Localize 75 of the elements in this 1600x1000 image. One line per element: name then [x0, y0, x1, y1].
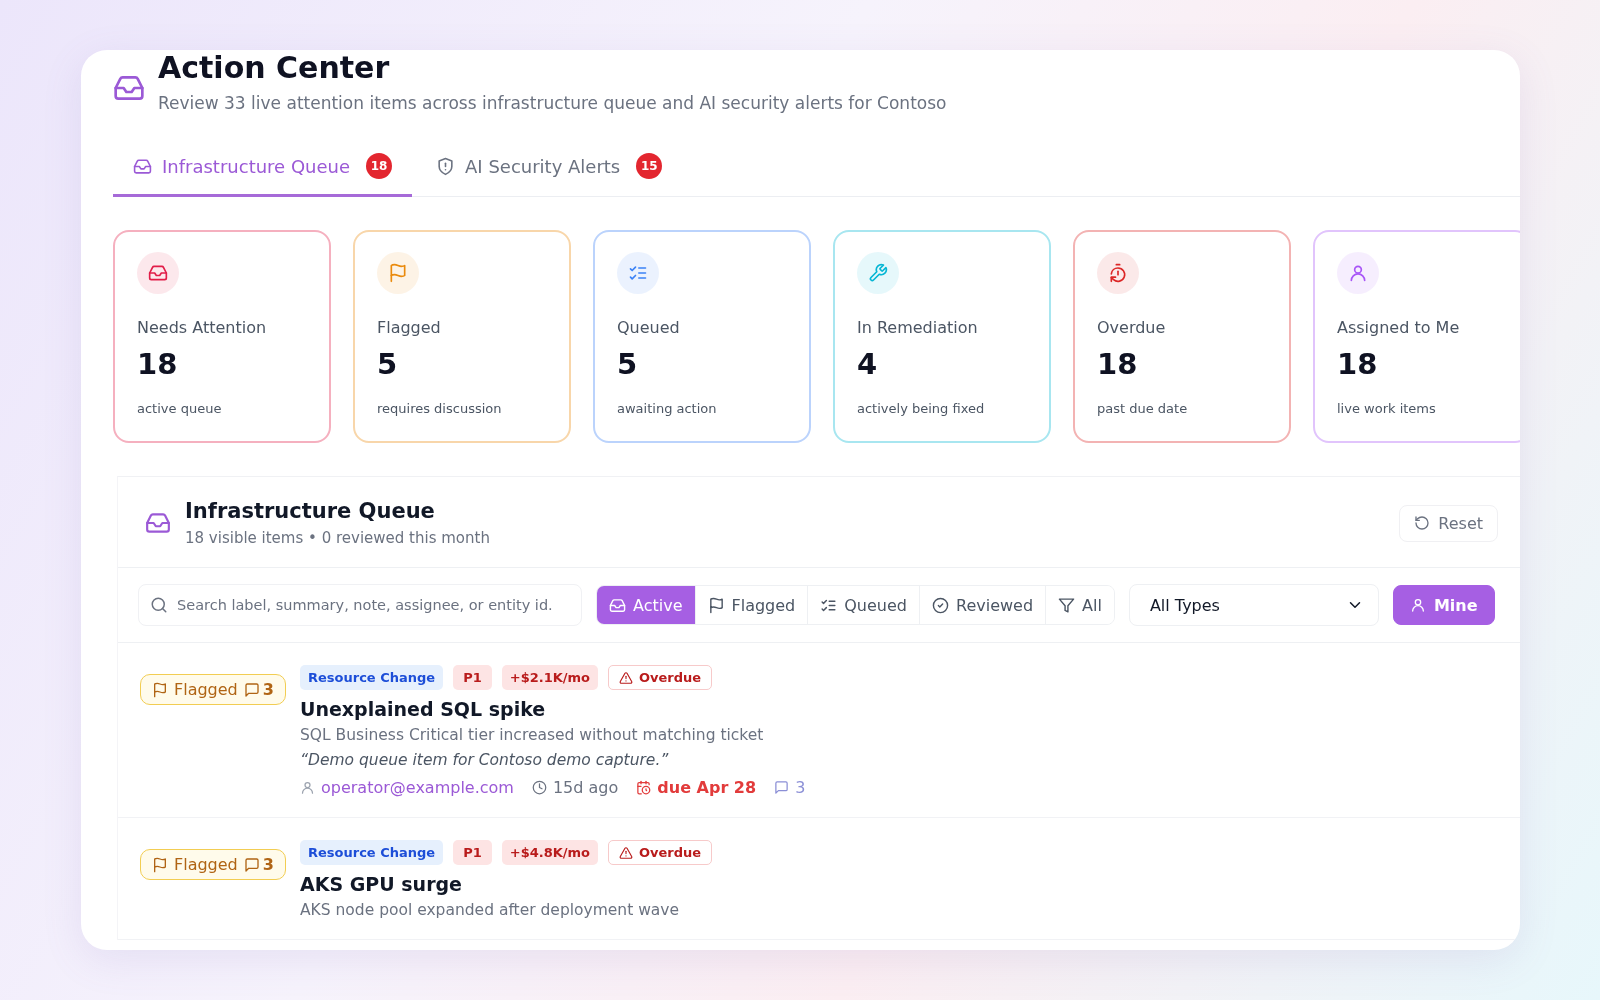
inbox-icon: [133, 156, 152, 176]
item-note: “Demo queue item for Contoso demo capture.”: [300, 751, 670, 769]
user-icon: [1409, 597, 1426, 613]
stat-label: Queued: [617, 318, 681, 337]
tag: P1: [453, 665, 492, 690]
comment-icon: [774, 780, 790, 795]
stat-note: awaiting action: [617, 401, 718, 416]
stat-value: 5: [617, 347, 639, 381]
due-date: due Apr 28: [657, 778, 757, 797]
item-age: 15d ago: [552, 778, 619, 797]
stat-note: requires discussion: [377, 401, 503, 416]
inbox-icon: [148, 263, 168, 283]
stat-note: active queue: [137, 401, 223, 416]
flag-icon: [707, 596, 725, 614]
checklist-icon: [628, 263, 648, 283]
stat-value: 18: [137, 347, 179, 381]
filter-button[interactable]: Active: [597, 586, 696, 624]
item-description: SQL Business Critical tier increased without matching ticket: [300, 726, 765, 744]
status-badge: Flagged 3: [140, 849, 286, 880]
tab[interactable]: AI Security Alerts 15: [416, 139, 683, 197]
stat-note: live work items: [1337, 401, 1437, 416]
page-subtitle: Review 33 live attention items across infrastructure queue and AI security alerts for Contoso: [158, 93, 947, 113]
stat-label: Flagged: [377, 318, 442, 337]
count-badge: 18: [366, 153, 393, 179]
stat-label: Assigned to Me: [1337, 318, 1461, 337]
stat-value: 18: [1337, 347, 1379, 381]
page-title: Action Center: [158, 50, 391, 86]
wrench-icon: [868, 263, 888, 283]
tag: +$2.1K/mo: [501, 665, 598, 690]
panel-title: Infrastructure Queue: [185, 499, 436, 523]
flag-icon: [152, 681, 168, 698]
flag-icon: [388, 263, 408, 283]
stat-note: past due date: [1097, 401, 1189, 416]
stat-note: actively being fixed: [857, 401, 986, 416]
tag: Overdue: [608, 665, 713, 690]
flag-icon: [152, 856, 168, 873]
item-title: Unexplained SQL spike: [300, 698, 547, 720]
tag: Resource Change: [300, 840, 444, 865]
assignee-link[interactable]: operator@example.com: [321, 778, 514, 797]
stat-label: In Remediation: [857, 318, 979, 337]
stat-value: 18: [1097, 347, 1139, 381]
status-badge: Flagged 3: [140, 674, 286, 705]
timer-icon: [1108, 263, 1128, 283]
tag: Overdue: [608, 840, 713, 865]
item-title: AKS GPU surge: [300, 873, 463, 895]
calendar-icon: [636, 780, 652, 795]
tag: P1: [453, 840, 492, 865]
stat-label: Needs Attention: [137, 318, 268, 337]
stat-value: 4: [857, 347, 879, 381]
check-circle-icon: [932, 596, 949, 614]
shield-icon: [436, 156, 456, 176]
search-field[interactable]: Search label, summary, note, assignee, or entity id.: [138, 584, 582, 626]
refresh-icon: [1414, 515, 1431, 531]
comment-count: 3: [795, 778, 806, 797]
warning-icon: [619, 845, 633, 860]
item-description: AKS node pool expanded after deployment wave: [300, 901, 681, 919]
user-icon: [300, 780, 315, 795]
stat-label: Overdue: [1097, 318, 1167, 337]
count-badge: 15: [636, 153, 663, 179]
inbox-icon: [609, 596, 626, 614]
tag: Resource Change: [300, 665, 444, 690]
tab[interactable]: Infrastructure Queue 18: [113, 139, 413, 197]
user-icon: [1348, 263, 1368, 283]
inbox-icon: [145, 510, 171, 536]
filter-icon: [1058, 596, 1076, 614]
warning-icon: [619, 670, 633, 685]
mine-button[interactable]: Mine: [1392, 585, 1495, 625]
clock-icon: [531, 780, 547, 795]
tag: +$4.8K/mo: [501, 840, 598, 865]
panel-summary: 18 visible items • 0 reviewed this month: [185, 529, 491, 547]
reset-button[interactable]: Reset: [1399, 504, 1498, 542]
comment-icon: [243, 856, 260, 873]
stat-value: 5: [377, 347, 399, 381]
type-dropdown[interactable]: All Types: [1128, 584, 1379, 626]
comment-icon: [243, 681, 260, 698]
